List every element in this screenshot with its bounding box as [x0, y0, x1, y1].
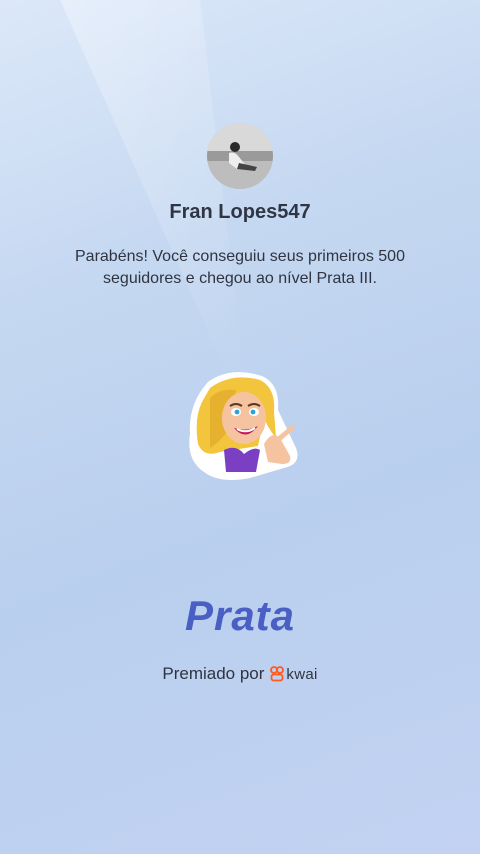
kwai-icon [270, 666, 285, 682]
kwai-logo: kwai [270, 666, 317, 683]
awarded-by-row: Premiado por kwai [0, 664, 480, 684]
level-title: Prata [184, 592, 296, 639]
username: Fran Lopes547 [169, 201, 311, 223]
awarded-by-label: Premiado por [162, 664, 265, 683]
kwai-brand-text: kwai [286, 665, 318, 683]
celebration-sticker [180, 368, 302, 486]
congratulations-message: Parabéns! Você conseguiu seus primeiros … [75, 248, 405, 287]
user-avatar[interactable] [207, 123, 273, 189]
avatar-photo [207, 123, 273, 189]
